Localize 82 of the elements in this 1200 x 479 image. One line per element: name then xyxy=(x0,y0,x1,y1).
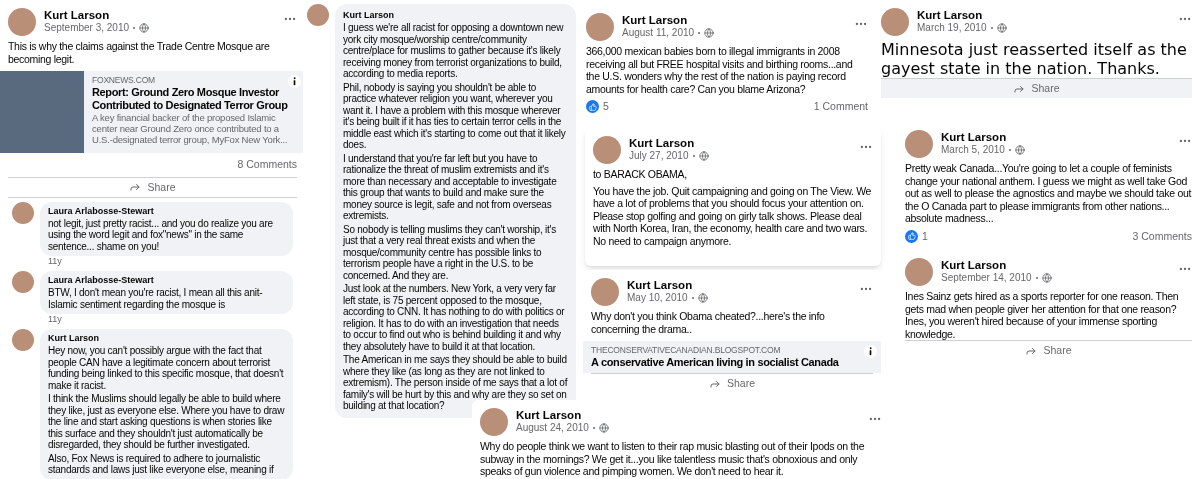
avatar xyxy=(905,258,933,286)
comment-author[interactable]: Laura Arlabosse-Stewart xyxy=(48,205,285,216)
avatar xyxy=(593,136,621,164)
author-name[interactable]: Kurt Larson xyxy=(627,278,851,292)
globe-icon xyxy=(698,151,709,161)
globe-icon xyxy=(598,423,609,433)
author-name[interactable]: Kurt Larson xyxy=(941,130,1170,144)
author-name[interactable]: Kurt Larson xyxy=(516,408,860,422)
avatar xyxy=(8,8,36,36)
comment-text: Phil, nobody is saying you shouldn't be able to practice whatever religion you want, wherever you want it. I have a problem with this mosque wherever it's being built if it has ties to certain terror cells in the middle east which it's starting to come out that it likely does. xyxy=(343,81,567,151)
comment-text: The American in me says they should be able to build where they like (as long as they are not linked to extremism). The person inside of me says that a lot of family's will be hurt by this and why are they so set on building at that location? xyxy=(343,354,568,411)
link-title: A conservative American living in socialist Canada xyxy=(591,356,839,369)
author-name[interactable]: Kurt Larson xyxy=(622,13,846,27)
info-icon[interactable] xyxy=(864,345,877,358)
avatar xyxy=(591,278,619,306)
comment-text: not legit, just pretty racist... and you do realize you are using the word legit and fox"news" in the same sentence... shame on you! xyxy=(48,217,274,253)
post-date[interactable]: March 5, 2010 xyxy=(941,144,1005,156)
comment-text: Just look at the numbers. New York, a very very far left state, is 75 percent opposed to the mosque, according to CNN. It has nothing to do with politics or religion. It has to do with an investigation that needs to occur to find out who is behind building it and why they absolutely have to build it at that location. xyxy=(343,283,566,352)
comments-count[interactable]: 3 Comments xyxy=(1132,228,1192,245)
comment-age[interactable]: 11y xyxy=(40,314,293,326)
globe-icon xyxy=(704,28,715,38)
post-text: You have the job. Quit campaigning and going on The View. We have a lot of problems that you should focus your attention on. Please stop golfing and going on girly talk shows. Please deal with North Korea, Iran, the economy, health care and two wars. No need to campaign anymore. xyxy=(593,184,873,247)
avatar xyxy=(12,201,34,224)
avatar xyxy=(307,4,329,26)
comments-count[interactable]: 1 Comment xyxy=(813,99,868,115)
avatar xyxy=(12,329,34,352)
post-text: Minnesota just reasserted itself as the gayest state in the nation. Thanks. xyxy=(881,40,1188,78)
globe-icon xyxy=(1041,273,1052,283)
link-preview[interactable]: THECONSERVATIVECANADIAN.BLOGSPOT.COM A conservative American living in socialist Canada xyxy=(583,341,881,373)
author-name[interactable]: Kurt Larson xyxy=(629,136,851,150)
link-description: A key financial backer of the proposed Islamic center near Ground Zero once contributed to a U.S.-designated terror group, MyFox New York... xyxy=(92,112,289,145)
post-text: Why do people think we want to listen to their rap music blasting out of their Ipods on the subway in the mornings? We get it...you like talentless music that's obnoxious and only speaks of gun violence and pimping women. We don't need to hear it. xyxy=(480,440,866,478)
comment-age[interactable]: 11y xyxy=(40,256,293,268)
avatar xyxy=(881,8,909,36)
link-preview[interactable] xyxy=(0,71,305,153)
post-date[interactable]: March 19, 2010 xyxy=(917,22,987,34)
share-button[interactable]: Share xyxy=(905,340,1192,360)
post-date[interactable]: September 3, 2010 xyxy=(44,22,130,34)
post-date[interactable]: July 27, 2010 xyxy=(629,150,689,162)
comments-count[interactable]: 8 Comments xyxy=(237,157,297,173)
post-text: Why don't you think Obama cheated?...here's the info concerning the drama.. xyxy=(591,310,826,335)
post-text: 366,000 mexican babies born to illegal immigrants in 2008 receiving all but FREE hospital visits and birthing rooms...and the U.S. wonders why the rest of the nation is paying record amounts for health care? Can you blame Arizona? xyxy=(586,45,854,95)
globe-icon xyxy=(697,293,708,303)
share-button[interactable]: Share xyxy=(8,176,297,197)
avatar xyxy=(12,271,34,294)
link-domain: FOXNEWS.COM xyxy=(92,75,156,86)
comment-text: I think the Muslims should legally be able to build where they like, just as everyone else. Where you have to draw the line and start asking questions is when stories like this surface and they shouldn't just automatically be disregarded, they should be further investigated. xyxy=(48,393,285,451)
comment-text: So nobody is telling muslims they can't worship, it's just that a very real threat exists and when the mosque/community centre has possible links to terrorism people have a right in the U.S. to be concerned. And they are. xyxy=(343,223,557,281)
comment-text: Hey now, you can't possibly argue with the fact that people CAN have a legitimate concern about terrorist funding being linked to this specific mosque, that doesn't make it racist. xyxy=(48,345,285,392)
globe-icon xyxy=(996,23,1007,33)
avatar xyxy=(480,408,508,436)
comment-author[interactable]: Laura Arlabosse-Stewart xyxy=(48,275,285,286)
post-date[interactable]: August 24, 2010 xyxy=(516,422,589,434)
comment-text: BTW, I don't mean you're racist, I mean all this anit-Islamic sentiment regarding the mosque is xyxy=(48,287,264,311)
comment-author[interactable]: Kurt Larson xyxy=(48,333,285,344)
comment-text: Also, Fox News is required to adhere to journalistic standards and laws just like everyone else, meaning if xyxy=(48,452,275,476)
info-icon[interactable] xyxy=(288,75,301,88)
post-date[interactable]: August 11, 2010 xyxy=(622,27,695,39)
link-title: Report: Ground Zero Mosque Investor Contributed to Designated Terror Group xyxy=(92,86,289,112)
post-date[interactable]: May 10, 2010 xyxy=(627,292,688,304)
globe-icon xyxy=(139,23,150,33)
share-button[interactable]: Share xyxy=(591,373,873,393)
comment-author[interactable]: Kurt Larson xyxy=(343,10,568,20)
post-date[interactable]: September 14, 2010 xyxy=(941,272,1032,284)
post-text: Pretty weak Canada...You're going to let a couple of feminists change your national anthem. I guess we might as well take God out as well to please the agnostics and maybe we should take out the O Canada part to please immigrants from other nations... absolute madness... xyxy=(905,162,1192,225)
globe-icon xyxy=(1014,145,1025,155)
avatar xyxy=(905,130,933,158)
share-button[interactable]: Share xyxy=(881,78,1192,98)
avatar xyxy=(586,13,614,41)
author-name[interactable]: Kurt Larson xyxy=(941,258,1170,272)
comment-text: I guess we're all racist for opposing a downtown new york city mosque/worship centre/community centre/place for muslims to gather because it's likely receiving money from terrorist organizations to build, according to media reports. xyxy=(343,22,565,80)
like-count[interactable]: 1 xyxy=(922,228,928,245)
like-icon xyxy=(586,100,599,114)
author-name[interactable]: Kurt Larson xyxy=(917,8,1170,22)
author-name[interactable]: Kurt Larson xyxy=(44,8,275,22)
post-text: This is why the claims against the Trade Centre Mosque are becoming legit. xyxy=(8,40,271,65)
like-count[interactable]: 5 xyxy=(603,99,609,115)
link-domain: THECONSERVATIVECANADIAN.BLOGSPOT.COM xyxy=(591,345,782,356)
like-icon xyxy=(905,229,918,243)
post-text: to BARACK OBAMA, xyxy=(593,168,688,181)
comment-text: I understand that you're far left but you have to rationalize the threat of muslim extremists and it's more than necessary and acceptable to investigate this group that wants to build and make sure the money source is legit, safe and not from overseas extremists. xyxy=(343,152,558,222)
post-text: Ines Sainz gets hired as a sports reporter for one reason. Then gets mad when people giver her attention for that one reason? Ines, you weren't hired because of your immense sporting knowledge. xyxy=(905,290,1180,340)
